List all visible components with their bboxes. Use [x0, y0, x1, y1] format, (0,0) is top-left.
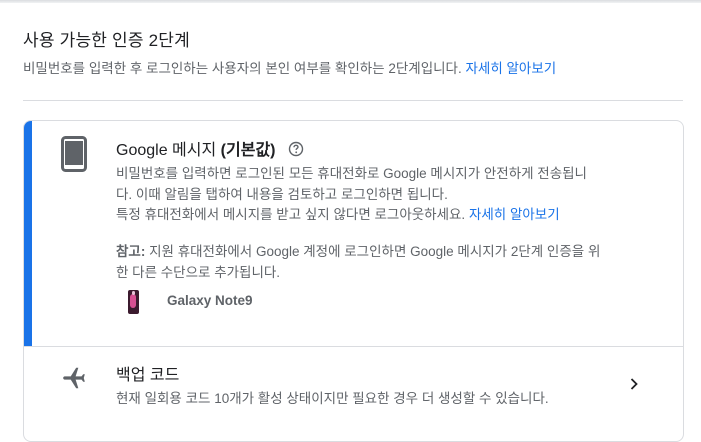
description-line-2: 다. 이때 알림을 탭하여 내용을 검토하고 로그인하면 됩니다.	[116, 186, 448, 202]
learn-more-link[interactable]: 자세히 알아보기	[465, 61, 556, 76]
device-image	[128, 290, 139, 314]
device-name: Galaxy Note9	[167, 293, 253, 308]
backup-codes-description: 현재 일회용 코드 10개가 활성 상태이지만 필요한 경우 더 생성할 수 있…	[116, 391, 549, 406]
google-prompt-note: 참고: 지원 휴대전화에서 Google 계정에 로그인하면 Google 메시…	[116, 242, 666, 283]
google-prompt-description: 비밀번호를 입력하면 로그인된 모든 휴대전화로 Google 메시지가 안전하…	[116, 164, 666, 226]
note-line-1-text: 지원 휴대전화에서 Google 계정에 로그인하면 Google 메시지가 2…	[149, 244, 601, 259]
smartphone-icon	[61, 136, 87, 172]
backup-codes-row[interactable]: 백업 코드 현재 일회용 코드 10개가 활성 상태이지만 필요한 경우 더 생…	[24, 347, 683, 441]
section-description-text: 비밀번호를 입력한 후 로그인하는 사용자의 본인 여부를 확인하는 2단계입니…	[23, 61, 462, 76]
second-step-options-card: Google 메시지 (기본값) 비밀번호를 입력하면 로그인된 모든 휴대전화…	[23, 120, 684, 442]
description-line-3-text: 특정 휴대전화에서 메시지를 받고 싶지 않다면 로그아웃하세요.	[116, 207, 466, 222]
note-line-1: 참고: 지원 휴대전화에서 Google 계정에 로그인하면 Google 메시…	[116, 242, 666, 263]
title-default-badge: (기본값)	[220, 142, 276, 159]
title-rest: 메시지	[172, 142, 217, 159]
backup-codes-title: 백업 코드	[116, 367, 180, 384]
divider	[23, 100, 683, 101]
note-line-2: 한 다른 수단으로 추가됩니다.	[116, 264, 281, 280]
title-brand: Google	[116, 142, 168, 159]
section-description: 비밀번호를 입력한 후 로그인하는 사용자의 본인 여부를 확인하는 2단계입니…	[23, 57, 556, 77]
description-line-1: 비밀번호를 입력하면 로그인된 모든 휴대전화로 Google 메시지가 안전하…	[116, 166, 587, 181]
google-prompt-title: Google 메시지 (기본값)	[116, 136, 304, 160]
chevron-right-icon[interactable]	[627, 377, 641, 391]
note-label: 참고:	[116, 244, 146, 259]
google-prompt-learn-more-link[interactable]: 자세히 알아보기	[469, 207, 560, 222]
section-title: 사용 가능한 인증 2단계	[23, 31, 190, 50]
airplane-icon	[63, 367, 85, 389]
top-shadow	[0, 0, 701, 3]
description-line-3: 특정 휴대전화에서 메시지를 받고 싶지 않다면 로그아웃하세요. 자세히 알아…	[116, 205, 666, 226]
help-icon[interactable]	[288, 141, 304, 157]
selected-accent-bar	[24, 121, 32, 346]
